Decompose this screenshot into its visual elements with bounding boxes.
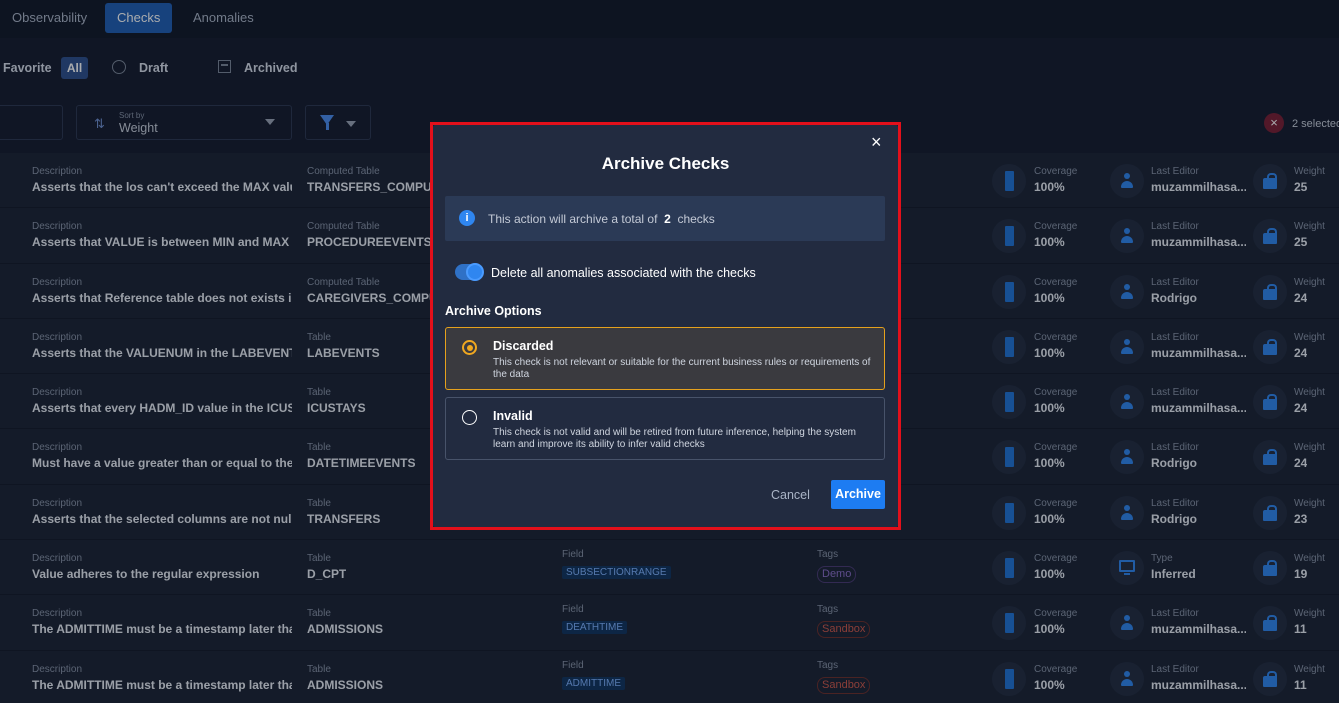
cancel-button[interactable]: Cancel xyxy=(771,488,810,502)
archive-button[interactable]: Archive xyxy=(831,480,885,509)
radio-invalid[interactable] xyxy=(462,410,477,425)
option-discarded[interactable]: Discarded This check is not relevant or … xyxy=(445,327,885,390)
toggle-knob xyxy=(466,263,484,281)
option-description: This check is not relevant or suitable f… xyxy=(493,357,871,380)
option-name: Discarded xyxy=(493,339,554,353)
delete-anomalies-toggle[interactable] xyxy=(455,263,484,281)
archive-count: 2 xyxy=(664,212,671,226)
option-invalid[interactable]: Invalid This check is not valid and will… xyxy=(445,397,885,460)
info-icon: i xyxy=(459,210,475,226)
option-name: Invalid xyxy=(493,409,533,423)
delete-anomalies-label: Delete all anomalies associated with the… xyxy=(491,266,756,280)
radio-discarded[interactable] xyxy=(462,340,477,355)
close-icon[interactable]: × xyxy=(871,133,882,151)
info-text: This action will archive a total of 2 ch… xyxy=(488,212,715,226)
option-description: This check is not valid and will be reti… xyxy=(493,427,856,450)
dialog-title: Archive Checks xyxy=(601,154,730,173)
archive-checks-dialog: × Archive Checks i This action will arch… xyxy=(433,125,898,527)
info-banner: i This action will archive a total of 2 … xyxy=(445,196,885,241)
archive-options-title: Archive Options xyxy=(445,304,542,318)
